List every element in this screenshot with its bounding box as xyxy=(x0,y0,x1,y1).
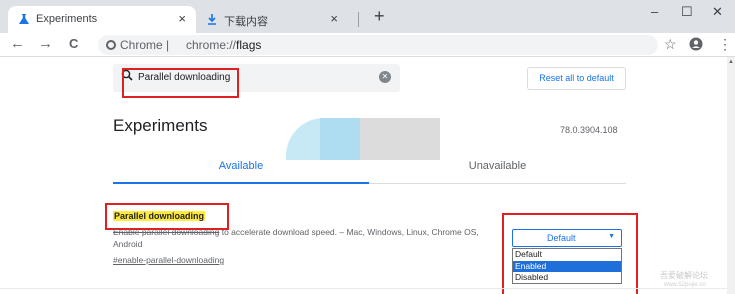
chrome-site-icon xyxy=(106,40,116,50)
clear-search-icon[interactable]: ✕ xyxy=(379,71,391,83)
reset-all-button[interactable]: Reset all to default xyxy=(527,67,626,90)
scrollbar[interactable]: ▲ xyxy=(727,57,735,294)
chevron-down-icon: ▼ xyxy=(608,233,615,240)
tab-close-button[interactable]: × xyxy=(178,11,186,26)
option-default[interactable]: Default xyxy=(513,249,621,261)
tab-title: 下载内容 xyxy=(224,16,268,28)
tab-experiments[interactable]: Experiments × xyxy=(8,6,196,33)
back-button[interactable]: ← xyxy=(10,35,25,52)
flag-title: Parallel downloading xyxy=(113,211,206,221)
tab-title: Experiments xyxy=(36,13,98,25)
flag-description: Enable parallel downloading to accelerat… xyxy=(113,227,479,249)
watermark-url: www.52pojie.cn xyxy=(664,282,706,288)
flag-anchor-link[interactable]: #enable-parallel-downloading xyxy=(113,255,224,265)
reload-button[interactable]: C xyxy=(69,36,78,51)
flask-icon xyxy=(19,14,29,24)
forward-button[interactable]: → xyxy=(38,35,53,52)
flag-state-select[interactable]: Default ▼ xyxy=(512,229,622,247)
divider xyxy=(0,288,727,289)
option-enabled[interactable]: Enabled xyxy=(513,260,621,272)
version-label: 78.0.3904.108 xyxy=(560,125,618,135)
scroll-up-arrow-icon[interactable]: ▲ xyxy=(728,59,734,65)
url-text: chrome://flags xyxy=(186,38,262,52)
tab-unavailable[interactable]: Unavailable xyxy=(369,152,626,184)
page-title: Experiments xyxy=(113,116,208,135)
site-label: Chrome | xyxy=(120,38,170,52)
new-tab-button[interactable]: + xyxy=(374,6,385,27)
browser-toolbar: ← → C Chrome | chrome://flags ☆ ⋮ xyxy=(0,33,735,57)
minimize-button[interactable]: – xyxy=(651,4,658,19)
tab-close-button[interactable]: × xyxy=(330,11,338,26)
maximize-button[interactable]: ☐ xyxy=(681,4,693,20)
select-options-list: Default Enabled Disabled xyxy=(512,248,622,284)
bookmark-star-icon[interactable]: ☆ xyxy=(664,36,677,53)
download-icon xyxy=(208,14,216,25)
annotation-box-search xyxy=(122,68,239,98)
address-bar[interactable]: Chrome | chrome://flags xyxy=(98,35,658,55)
account-icon[interactable] xyxy=(689,37,703,51)
tab-downloads[interactable]: 下载内容 × xyxy=(196,6,348,33)
option-disabled[interactable]: Disabled xyxy=(513,272,621,284)
select-value: Default xyxy=(547,233,576,243)
tab-strip: Experiments × 下载内容 × + – ☐ ✕ xyxy=(0,0,735,33)
tab-available[interactable]: Available xyxy=(113,152,369,184)
menu-icon[interactable]: ⋮ xyxy=(718,36,732,53)
close-window-button[interactable]: ✕ xyxy=(712,4,723,20)
watermark-text: 吾爱破解论坛 xyxy=(660,271,708,280)
tab-separator xyxy=(358,12,359,27)
